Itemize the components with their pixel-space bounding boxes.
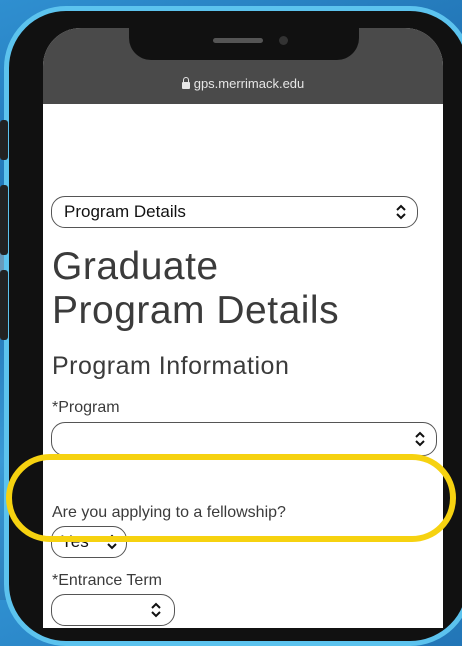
phone-volume-button: [0, 270, 8, 340]
phone-notch: [129, 28, 359, 60]
entrance-term-select[interactable]: [51, 594, 175, 626]
chevron-updown-icon: [396, 204, 406, 220]
lock-icon: [181, 77, 190, 89]
camera-icon: [279, 36, 288, 45]
browser-status-bar: gps.merrimack.edu: [43, 28, 443, 104]
section-select[interactable]: Program Details: [51, 196, 418, 228]
highlight-annotation: [6, 454, 456, 542]
entrance-term-label: *Entrance Term: [52, 572, 162, 589]
chevron-updown-icon: [151, 602, 161, 618]
speaker-grille: [213, 38, 263, 43]
chevron-updown-icon: [415, 431, 425, 447]
page-title-line1: Graduate: [52, 245, 219, 288]
page-title-line2: Program Details: [52, 289, 340, 332]
section-heading: Program Information: [52, 352, 290, 380]
page-title: Graduate Program Details: [52, 245, 339, 333]
program-label: *Program: [52, 399, 120, 416]
program-select[interactable]: [51, 422, 437, 456]
section-select-value: Program Details: [64, 202, 186, 221]
url-text: gps.merrimack.edu: [193, 76, 305, 91]
phone-volume-button: [0, 185, 8, 255]
phone-side-button: [0, 120, 8, 160]
address-bar[interactable]: gps.merrimack.edu: [43, 76, 443, 91]
